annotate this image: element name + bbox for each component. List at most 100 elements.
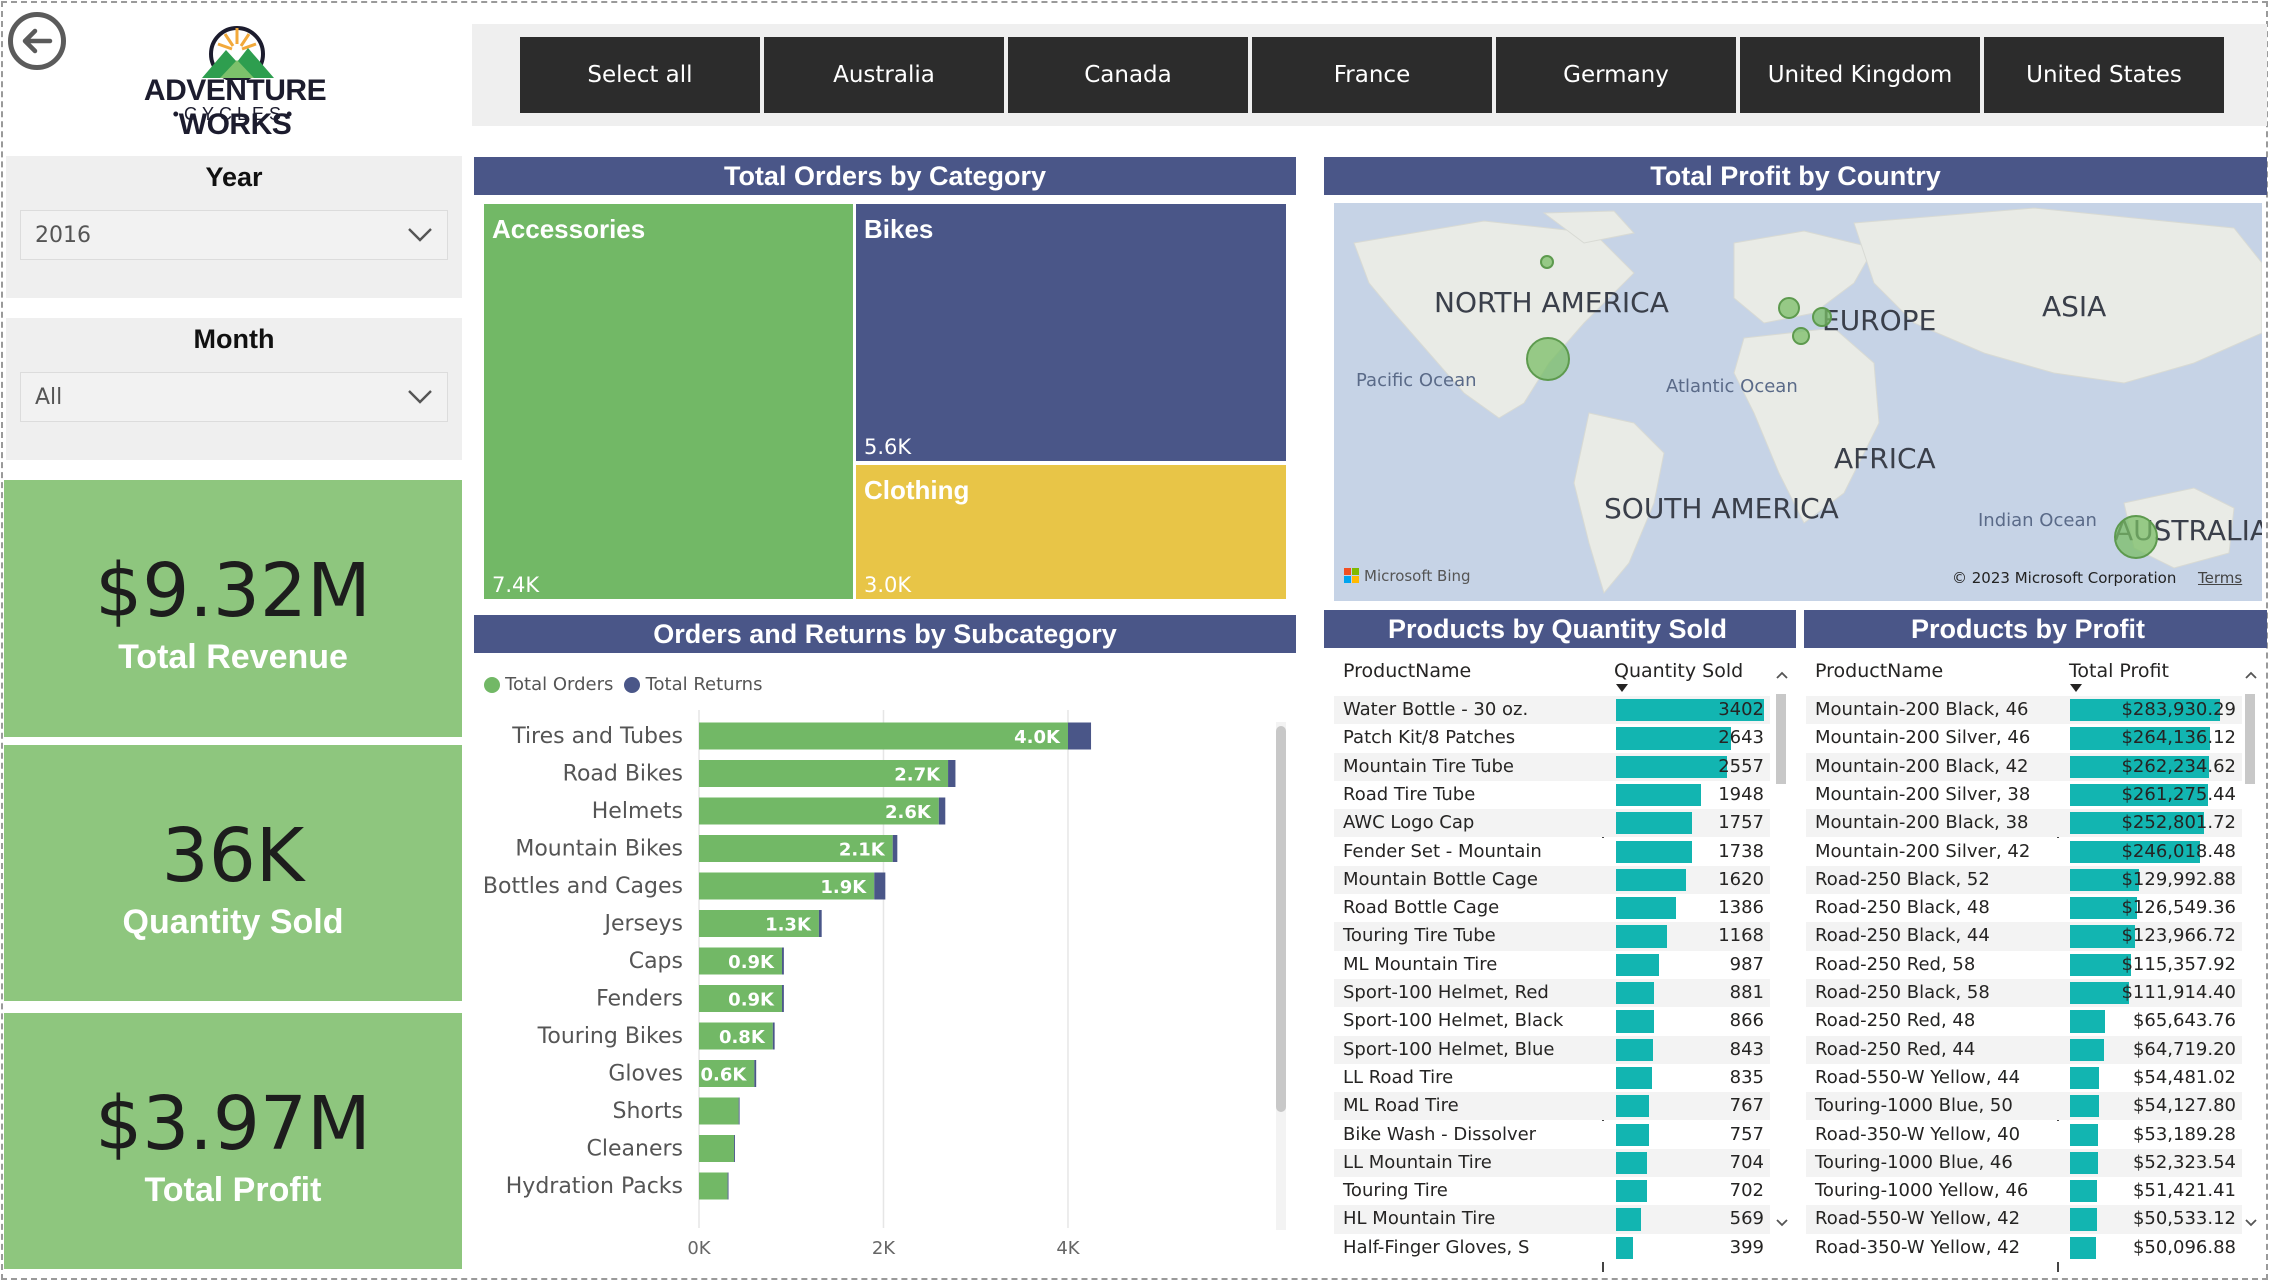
map-bubble-france[interactable] bbox=[1792, 327, 1810, 345]
year-dropdown[interactable]: 2016 bbox=[20, 210, 448, 260]
bar-total-returns bbox=[734, 1135, 735, 1162]
map-bubble-united-kingdom[interactable] bbox=[1778, 297, 1800, 319]
profit-table-row[interactable]: Mountain-200 Silver, 46 $264,136.12 bbox=[1806, 724, 2242, 753]
treemap-tile-bikes[interactable]: Bikes 5.6K bbox=[856, 204, 1286, 461]
profit-product-name: Road-350-W Yellow, 40 bbox=[1815, 1123, 2021, 1145]
qty-table-row[interactable]: Sport-100 Helmet, Blue 843 bbox=[1334, 1035, 1770, 1064]
profit-table-row[interactable]: Mountain-200 Black, 46 $283,930.29 bbox=[1806, 696, 2242, 725]
map-label-africa: AFRICA bbox=[1834, 442, 1936, 475]
profit-table-row[interactable]: Mountain-200 Silver, 38 $261,275.44 bbox=[1806, 780, 2242, 810]
profit-table-row[interactable]: Road-350-W Yellow, 40 $53,189.28 bbox=[1806, 1120, 2242, 1149]
qty-value: 757 bbox=[1729, 1123, 1764, 1145]
x-tick-label: 0K bbox=[687, 1238, 711, 1259]
profit-product-name: Road-250 Black, 58 bbox=[1815, 982, 1990, 1003]
profit-table-row[interactable]: Road-350-W Yellow, 42 $50,096.88 bbox=[1806, 1233, 2242, 1262]
qty-table-row[interactable]: LL Road Tire 835 bbox=[1334, 1063, 1770, 1093]
qty-table-row[interactable]: Road Bottle Cage 1386 bbox=[1334, 894, 1770, 923]
qty-table-row[interactable]: Bike Wash - Dissolver 757 bbox=[1334, 1120, 1770, 1149]
profit-table-row[interactable]: Mountain-200 Black, 38 $252,801.72 bbox=[1806, 809, 2242, 838]
profit-table-row[interactable]: Road-250 Black, 48 $126,549.36 bbox=[1806, 894, 2242, 923]
profit-data-bar bbox=[2070, 1208, 2097, 1231]
qty-table-row[interactable]: Fender Set - Mountain 1738 bbox=[1334, 837, 1770, 866]
profit-table-row[interactable]: Touring-1000 Yellow, 46 $51,421.41 bbox=[1806, 1177, 2242, 1206]
qty-table-row[interactable]: Road Tire Tube 1948 bbox=[1334, 780, 1770, 810]
country-button-germany[interactable]: Germany bbox=[1496, 37, 1736, 113]
country-button-select-all[interactable]: Select all bbox=[520, 37, 760, 113]
map-bubble-australia[interactable] bbox=[2114, 515, 2158, 559]
kpi-total-revenue: $9.32M Total Revenue bbox=[4, 480, 462, 737]
qty-table-row[interactable]: Sport-100 Helmet, Red 881 bbox=[1334, 979, 1770, 1008]
map-bubble-canada[interactable] bbox=[1540, 255, 1554, 269]
qty-table-row[interactable]: LL Mountain Tire 704 bbox=[1334, 1148, 1770, 1178]
chart-scrollbar-thumb[interactable] bbox=[1276, 726, 1286, 1112]
profit-table-row[interactable]: Road-250 Black, 44 $123,966.72 bbox=[1806, 922, 2242, 951]
profit-col-profit-header[interactable]: Total Profit bbox=[2069, 660, 2169, 682]
month-dropdown[interactable]: All bbox=[20, 372, 448, 422]
profit-map[interactable]: NORTH AMERICA EUROPE ASIA AFRICA SOUTH A… bbox=[1334, 203, 2262, 601]
country-button-canada[interactable]: Canada bbox=[1008, 37, 1248, 113]
arrow-left-icon bbox=[22, 28, 53, 54]
year-dropdown-value: 2016 bbox=[35, 222, 91, 248]
qty-data-bar bbox=[1616, 982, 1655, 1005]
qty-data-bar bbox=[1616, 925, 1667, 948]
qty-table-row[interactable]: ML Mountain Tire 987 bbox=[1334, 950, 1770, 979]
profit-table-row[interactable]: Road-550-W Yellow, 44 $54,481.02 bbox=[1806, 1063, 2242, 1093]
scroll-down-icon[interactable] bbox=[2244, 1218, 2258, 1228]
treemap-title: Total Orders by Category bbox=[474, 157, 1296, 195]
profit-scrollbar-thumb[interactable] bbox=[2245, 694, 2255, 784]
profit-table-row[interactable]: Mountain-200 Black, 42 $262,234.62 bbox=[1806, 752, 2242, 781]
profit-table-row[interactable]: Mountain-200 Silver, 42 $246,018.48 bbox=[1806, 837, 2242, 866]
country-button-united-kingdom[interactable]: United Kingdom bbox=[1740, 37, 1980, 113]
qty-table-row[interactable]: ML Road Tire 767 bbox=[1334, 1092, 1770, 1121]
profit-data-bar bbox=[2070, 1010, 2105, 1033]
qty-data-bar bbox=[1616, 1208, 1641, 1231]
qty-table-row[interactable]: Touring Tire 702 bbox=[1334, 1177, 1770, 1206]
qty-value: 2643 bbox=[1718, 727, 1764, 749]
qty-table-row[interactable]: AWC Logo Cap 1757 bbox=[1334, 809, 1770, 838]
qty-table-row[interactable]: Mountain Tire Tube 2557 bbox=[1334, 752, 1770, 781]
profit-table-row[interactable]: Road-250 Red, 44 $64,719.20 bbox=[1806, 1035, 2242, 1064]
qty-table-row[interactable]: Half-Finger Gloves, S 399 bbox=[1334, 1233, 1770, 1262]
profit-col-product-header[interactable]: ProductName bbox=[1815, 660, 1943, 682]
qty-table-row[interactable]: Water Bottle - 30 oz. 3402 bbox=[1334, 696, 1770, 725]
chart-scrollbar[interactable] bbox=[1276, 722, 1286, 1230]
scroll-up-icon[interactable] bbox=[2244, 670, 2258, 680]
map-terms-link[interactable]: Terms bbox=[2198, 569, 2242, 587]
qty-table-row[interactable]: Mountain Bottle Cage 1620 bbox=[1334, 865, 1770, 895]
profit-table-row[interactable]: Road-250 Black, 52 $129,992.88 bbox=[1806, 865, 2242, 895]
qty-value: 704 bbox=[1729, 1151, 1764, 1173]
treemap-tile-accessories[interactable]: Accessories 7.4K bbox=[484, 204, 853, 599]
profit-table-row[interactable]: Road-250 Red, 58 $115,357.92 bbox=[1806, 950, 2242, 979]
profit-table-row[interactable]: Road-550-W Yellow, 42 $50,533.12 bbox=[1806, 1205, 2242, 1234]
bar-total-orders bbox=[699, 722, 1068, 750]
qty-table-row[interactable]: Patch Kit/8 Patches 2643 bbox=[1334, 724, 1770, 753]
country-button-united-states[interactable]: United States bbox=[1984, 37, 2224, 113]
profit-table-row[interactable]: Touring-1000 Blue, 50 $54,127.80 bbox=[1806, 1092, 2242, 1121]
map-label-north-america: NORTH AMERICA bbox=[1434, 286, 1669, 319]
qty-table-row[interactable]: Touring Tire Tube 1168 bbox=[1334, 922, 1770, 951]
profit-table-row[interactable]: Touring-1000 Blue, 46 $52,323.54 bbox=[1806, 1148, 2242, 1178]
qty-col-quantity-header[interactable]: Quantity Sold bbox=[1614, 660, 1743, 682]
subcategory-chart-title: Orders and Returns by Subcategory bbox=[474, 615, 1296, 653]
qty-table-row[interactable]: Sport-100 Helmet, Black 866 bbox=[1334, 1007, 1770, 1036]
map-bubble-united-states[interactable] bbox=[1526, 337, 1570, 381]
kpi-quantity-sold: 36K Quantity Sold bbox=[4, 745, 462, 1001]
profit-product-name: Road-550-W Yellow, 42 bbox=[1815, 1208, 2021, 1230]
scroll-up-icon[interactable] bbox=[1775, 670, 1789, 680]
scroll-down-icon[interactable] bbox=[1775, 1218, 1789, 1228]
back-button[interactable] bbox=[8, 12, 66, 70]
qty-scrollbar-thumb[interactable] bbox=[1776, 694, 1786, 784]
profit-value: $246,018.48 bbox=[2121, 840, 2236, 862]
qty-product-name: Patch Kit/8 Patches bbox=[1343, 727, 1516, 749]
map-bubble-germany[interactable] bbox=[1812, 307, 1832, 327]
kpi-label: Total Profit bbox=[144, 1171, 322, 1209]
profit-table-row[interactable]: Road-250 Red, 48 $65,643.76 bbox=[1806, 1007, 2242, 1036]
country-button-france[interactable]: France bbox=[1252, 37, 1492, 113]
treemap-tile-clothing[interactable]: Clothing 3.0K bbox=[856, 465, 1286, 599]
qty-table-title: Products by Quantity Sold bbox=[1324, 610, 1796, 648]
profit-product-name: Touring-1000 Yellow, 46 bbox=[1815, 1180, 2029, 1202]
country-button-australia[interactable]: Australia bbox=[764, 37, 1004, 113]
profit-table-row[interactable]: Road-250 Black, 58 $111,914.40 bbox=[1806, 979, 2242, 1008]
qty-table-row[interactable]: HL Mountain Tire 569 bbox=[1334, 1205, 1770, 1234]
qty-col-product-header[interactable]: ProductName bbox=[1343, 660, 1471, 682]
